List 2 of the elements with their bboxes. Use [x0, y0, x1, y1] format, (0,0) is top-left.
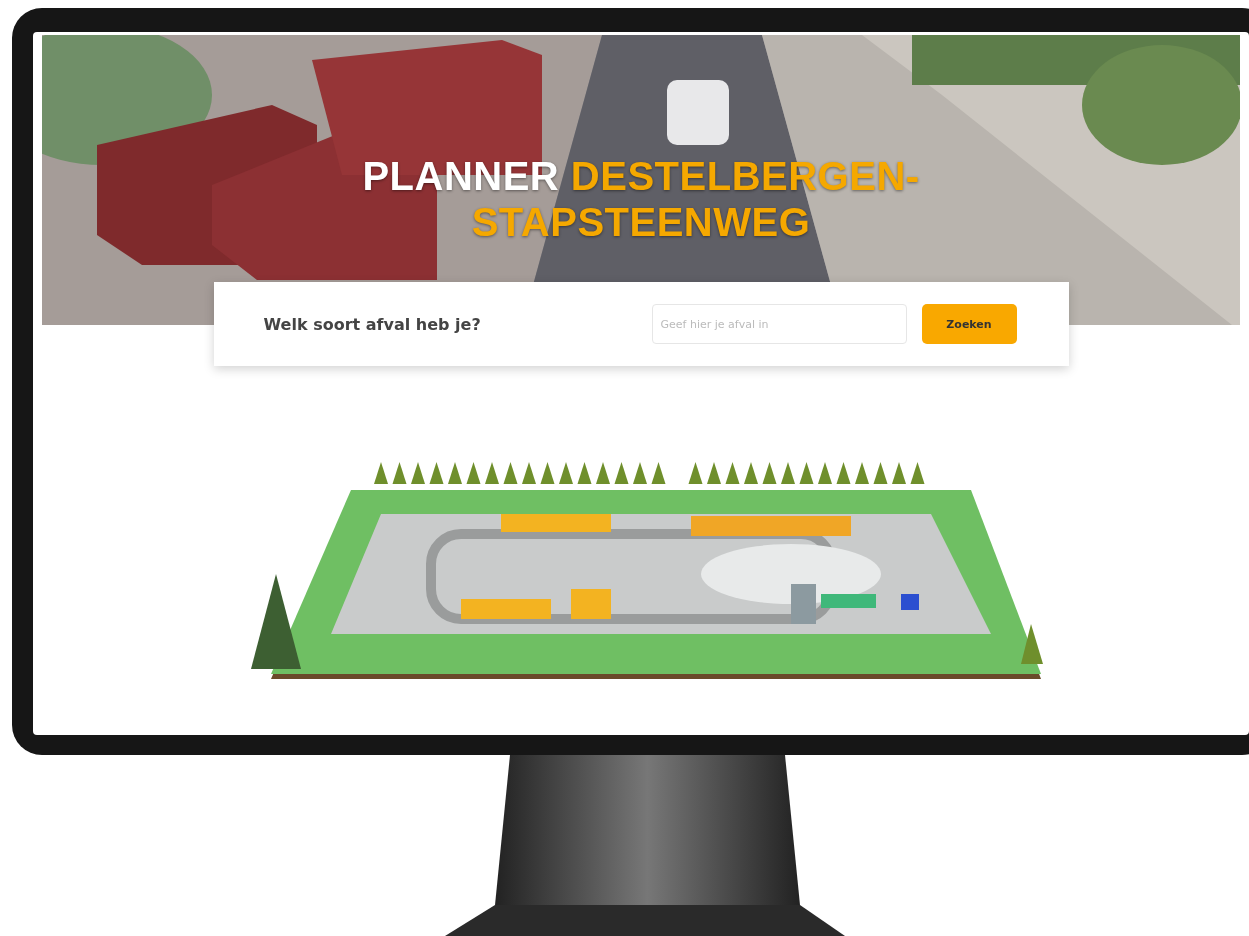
- search-button[interactable]: Zoeken: [921, 304, 1017, 344]
- search-label: Welk soort afval heb je?: [263, 314, 482, 334]
